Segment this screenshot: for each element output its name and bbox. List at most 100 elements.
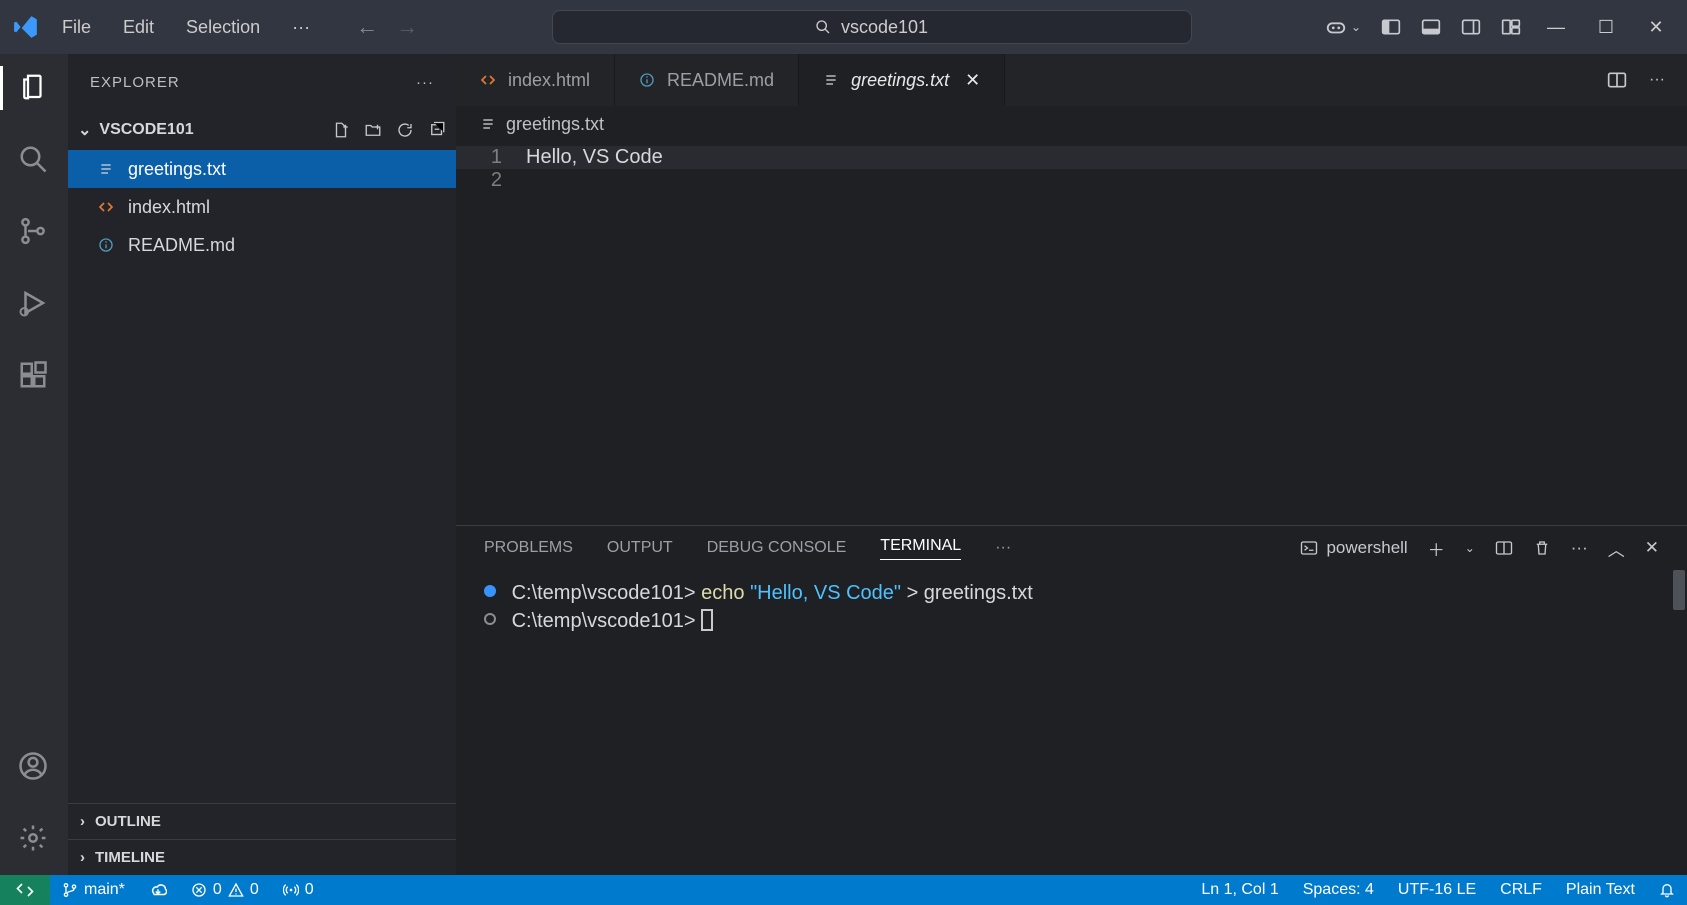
timeline-section[interactable]: › TIMELINE [68, 839, 456, 875]
menu-edit[interactable]: Edit [107, 17, 170, 38]
search-icon [815, 19, 831, 35]
file-tree-item[interactable]: README.md [68, 226, 456, 264]
status-language[interactable]: Plain Text [1554, 881, 1647, 899]
panel-tab-output[interactable]: OUTPUT [607, 539, 673, 557]
command-center[interactable]: vscode101 [418, 10, 1325, 44]
file-tree-item[interactable]: index.html [68, 188, 456, 226]
prompt-indicator-icon [484, 613, 496, 625]
outline-section[interactable]: › OUTLINE [68, 803, 456, 839]
terminal-icon [1300, 539, 1318, 557]
status-sync[interactable] [137, 881, 179, 899]
folder-header[interactable]: ⌄ VSCODE101 [68, 110, 456, 150]
vscode-logo-icon [6, 14, 46, 40]
panel-tab-debug-console[interactable]: DEBUG CONSOLE [707, 539, 847, 557]
bottom-panel: PROBLEMS OUTPUT DEBUG CONSOLE TERMINAL ·… [456, 525, 1687, 875]
tab-label: index.html [508, 70, 590, 91]
status-bar: main* 0 0 0 Ln 1, Col 1 Spaces: 4 UTF-16… [0, 875, 1687, 905]
terminal-prompt: C:\temp\vscode101> [512, 582, 696, 604]
branch-name: main* [84, 881, 125, 899]
window-close-icon[interactable]: ✕ [1641, 17, 1671, 38]
editor-tab[interactable]: README.md [615, 54, 799, 106]
file-tree-item[interactable]: greetings.txt [68, 150, 456, 188]
activity-explorer-icon[interactable] [18, 72, 50, 104]
editor-tab[interactable]: index.html [456, 54, 615, 106]
html-file-icon [98, 199, 116, 215]
new-file-icon[interactable] [332, 121, 350, 139]
new-terminal-icon[interactable]: ＋ [1428, 536, 1445, 561]
maximize-panel-icon[interactable]: ︿ [1608, 536, 1625, 561]
window-minimize-icon[interactable]: — [1541, 17, 1571, 38]
file-name: README.md [128, 235, 235, 256]
status-branch[interactable]: main* [50, 881, 137, 899]
window-maximize-icon[interactable]: ☐ [1591, 17, 1621, 38]
code-editor[interactable]: 1 Hello, VS Code 2 [456, 142, 1687, 525]
collapse-all-icon[interactable] [428, 121, 446, 139]
error-count: 0 [213, 881, 222, 899]
activity-bar [0, 54, 68, 875]
activity-run-debug-icon[interactable] [18, 288, 50, 320]
new-folder-icon[interactable] [364, 121, 382, 139]
kill-terminal-icon[interactable] [1533, 539, 1551, 557]
status-cursor-position[interactable]: Ln 1, Col 1 [1189, 881, 1290, 899]
activity-extensions-icon[interactable] [18, 360, 50, 392]
terminal-redir: > greetings.txt [907, 582, 1033, 604]
menu-selection[interactable]: Selection [170, 17, 276, 38]
nav-back-icon[interactable]: ← [356, 14, 378, 40]
file-name: index.html [128, 197, 210, 218]
error-icon [191, 882, 207, 898]
menu-file[interactable]: File [46, 17, 107, 38]
layout-primary-sidebar-icon[interactable] [1381, 17, 1401, 37]
status-problems[interactable]: 0 0 [179, 881, 271, 899]
ports-count: 0 [305, 881, 314, 899]
panel-tab-terminal[interactable]: TERMINAL [880, 537, 961, 560]
panel-more-icon[interactable]: ··· [995, 539, 1011, 557]
title-bar: File Edit Selection ··· ← → vscode101 ⌄ … [0, 0, 1687, 54]
layout-secondary-sidebar-icon[interactable] [1461, 17, 1481, 37]
line-number: 1 [456, 146, 526, 169]
breadcrumb[interactable]: greetings.txt [456, 106, 1687, 142]
customize-layout-icon[interactable] [1501, 17, 1521, 37]
breadcrumb-file: greetings.txt [506, 114, 604, 135]
explorer-more-icon[interactable]: ··· [416, 74, 434, 91]
status-notifications-icon[interactable] [1647, 882, 1687, 898]
close-panel-icon[interactable]: ✕ [1645, 538, 1659, 558]
panel-tab-problems[interactable]: PROBLEMS [484, 539, 573, 557]
layout-panel-icon[interactable] [1421, 17, 1441, 37]
editor-more-icon[interactable]: ··· [1649, 71, 1665, 89]
code-line-text: Hello, VS Code [526, 146, 663, 169]
activity-accounts-icon[interactable] [18, 751, 50, 783]
status-encoding[interactable]: UTF-16 LE [1386, 881, 1488, 899]
refresh-icon[interactable] [396, 121, 414, 139]
tab-label: greetings.txt [851, 70, 949, 91]
terminal-shell[interactable]: powershell [1300, 538, 1407, 558]
terminal[interactable]: C:\temp\vscode101> echo "Hello, VS Code"… [456, 570, 1687, 875]
split-editor-icon[interactable] [1607, 70, 1627, 90]
file-name: greetings.txt [128, 159, 226, 180]
broadcast-icon [283, 882, 299, 898]
remote-indicator[interactable] [0, 875, 50, 905]
explorer-panel: EXPLORER ··· ⌄ VSCODE101 greetings.txt i… [68, 54, 456, 875]
text-file-icon [98, 161, 116, 177]
nav-forward-icon[interactable]: → [396, 14, 418, 40]
chevron-right-icon: › [80, 849, 85, 866]
activity-settings-icon[interactable] [18, 823, 50, 855]
panel-more-actions-icon[interactable]: ··· [1571, 538, 1588, 558]
activity-search-icon[interactable] [18, 144, 50, 176]
status-eol[interactable]: CRLF [1488, 881, 1554, 899]
activity-source-control-icon[interactable] [18, 216, 50, 248]
text-file-icon [823, 72, 841, 88]
copilot-icon[interactable]: ⌄ [1325, 16, 1361, 38]
status-indentation[interactable]: Spaces: 4 [1291, 881, 1386, 899]
terminal-dropdown-icon[interactable]: ⌄ [1465, 541, 1475, 555]
terminal-scrollbar[interactable] [1673, 570, 1685, 610]
menu-more-icon[interactable]: ··· [276, 17, 326, 38]
editor-region: index.html README.md greetings.txt ✕ ···… [456, 54, 1687, 875]
warning-count: 0 [250, 881, 259, 899]
editor-tab[interactable]: greetings.txt ✕ [799, 54, 1005, 106]
tab-close-icon[interactable]: ✕ [965, 70, 980, 91]
split-terminal-icon[interactable] [1495, 539, 1513, 557]
status-ports[interactable]: 0 [271, 881, 326, 899]
git-branch-icon [62, 882, 78, 898]
file-tree: greetings.txt index.html README.md [68, 150, 456, 803]
cloud-sync-icon [149, 881, 167, 899]
